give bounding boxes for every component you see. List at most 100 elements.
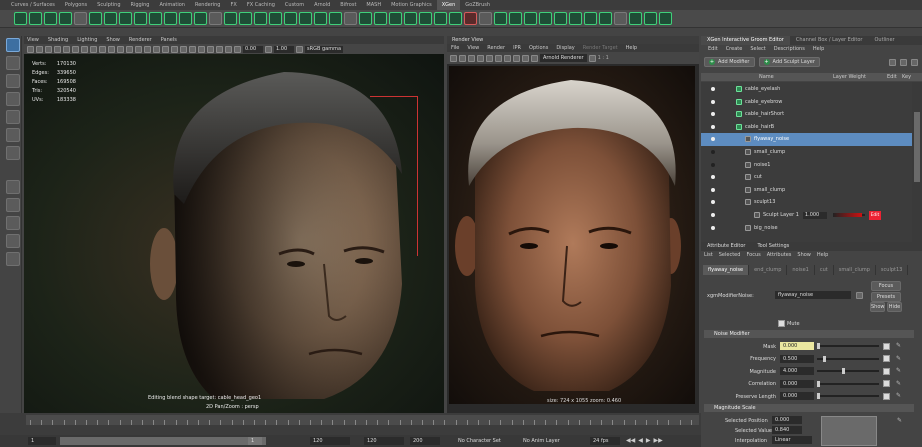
xgen-menu-item[interactable]: Descriptions [774, 45, 805, 54]
film-gate-icon[interactable] [72, 45, 79, 53]
shelf-tool-icon[interactable] [419, 12, 432, 25]
slider-knob[interactable] [817, 343, 820, 349]
render-menu-item[interactable]: View [467, 44, 479, 52]
remove-image-icon[interactable] [522, 54, 529, 62]
field-slider[interactable] [817, 357, 879, 360]
layout-four-icon[interactable] [5, 198, 20, 212]
modifier-row[interactable]: sculpt13 [701, 196, 912, 208]
render-menu-item[interactable]: Render [487, 44, 505, 52]
expression-edit-icon[interactable]: ✎ [896, 380, 903, 387]
ramp-graph[interactable] [821, 416, 877, 446]
shelf-tool-icon[interactable] [239, 12, 252, 25]
snapshot-icon[interactable] [486, 54, 493, 62]
exposure-field[interactable]: 0.00 [243, 45, 263, 53]
edit-pencil-icon[interactable] [889, 58, 896, 66]
magnitude-scale-section[interactable]: Magnitude Scale [704, 404, 914, 412]
shelf-tab[interactable]: XGen [436, 0, 461, 10]
play-icon[interactable]: ▶ [646, 437, 651, 444]
modifier-row[interactable]: cable_hairB [701, 121, 912, 133]
shelf-tool-icon[interactable] [299, 12, 312, 25]
show-button[interactable]: Show [870, 302, 885, 312]
shelf-tab[interactable]: Custom [280, 0, 309, 10]
character-set-select[interactable]: No Character Set [455, 437, 515, 445]
shelf-tool-icon[interactable] [509, 12, 522, 25]
shelf-tool-icon[interactable] [104, 12, 117, 25]
modifier-row[interactable]: cable_hairShort [701, 108, 912, 120]
shelf-tool-icon[interactable] [209, 12, 222, 25]
visibility-toggle-icon[interactable] [711, 200, 715, 205]
render-menu-item[interactable]: File [451, 44, 459, 52]
shelf-tool-icon[interactable] [569, 12, 582, 25]
viewport-panel[interactable]: View Shading Lighting Show Renderer Panels [24, 36, 444, 413]
redo-render-icon[interactable] [450, 54, 457, 62]
step-back-icon[interactable]: ◀ [638, 437, 643, 444]
shelf-tool-icon[interactable] [314, 12, 327, 25]
expression-edit-icon[interactable]: ✎ [896, 342, 903, 349]
textured-icon[interactable] [144, 45, 151, 53]
map-button-icon[interactable] [883, 380, 890, 387]
mute-checkbox[interactable] [778, 320, 785, 327]
shadows-icon[interactable] [162, 45, 169, 53]
shelf-tab[interactable]: Sculpting [92, 0, 125, 10]
interpolation-select[interactable]: Linear [772, 436, 812, 444]
shelf-tool-icon[interactable] [389, 12, 402, 25]
shelf-tab[interactable]: MASH [361, 0, 386, 10]
shelf-tool-icon[interactable] [659, 12, 672, 25]
range-start-field[interactable]: 1 [248, 437, 262, 445]
node-select-icon[interactable] [856, 292, 863, 299]
go-end-icon[interactable]: ▶▶ [653, 437, 662, 444]
shelf-tool-icon[interactable] [89, 12, 102, 25]
shelf-tool-icon[interactable] [644, 12, 657, 25]
xray-components-icon[interactable] [225, 45, 232, 53]
ramp-edit-icon[interactable]: ✎ [897, 417, 904, 424]
render-menu-item[interactable]: Options [529, 44, 548, 52]
shelf-tool-icon[interactable] [494, 12, 507, 25]
image-plane-icon[interactable] [54, 45, 61, 53]
map-button-icon[interactable] [883, 355, 890, 362]
modifier-row[interactable]: small_clump [701, 184, 912, 196]
shelf-tool-icon[interactable] [554, 12, 567, 25]
render-menu-item[interactable]: Render Target [583, 44, 618, 52]
modifier-row[interactable]: Sculpt Layer 1 1.000 Edit [701, 209, 912, 221]
render-menu-item[interactable]: Help [626, 44, 637, 52]
safe-action-icon[interactable] [108, 45, 115, 53]
shelf-tab[interactable]: Rigging [126, 0, 155, 10]
range-end-field[interactable]: 120 [310, 437, 350, 445]
attribute-menu-item[interactable]: List [704, 251, 713, 260]
node-tab[interactable]: end_clump [749, 265, 788, 275]
attribute-editor-tab[interactable]: Tool Settings [751, 242, 795, 251]
modifier-row[interactable]: flyaway_noise [701, 133, 912, 146]
shelf-tool-icon[interactable] [14, 12, 27, 25]
antialias-icon[interactable] [189, 45, 196, 53]
shelf-tool-icon[interactable] [29, 12, 42, 25]
wire-on-shaded-icon[interactable] [135, 45, 142, 53]
render-menu-item[interactable]: IPR [513, 44, 521, 52]
shelf-tool-icon[interactable] [119, 12, 132, 25]
node-tab[interactable]: small_clump [834, 265, 876, 275]
viewport-menu-item[interactable]: View [27, 36, 39, 44]
select-tool-icon[interactable] [5, 38, 20, 52]
shelf-tab[interactable]: GoZBrush [460, 0, 495, 10]
last-tool-icon[interactable] [5, 146, 20, 160]
map-button-icon[interactable] [883, 392, 890, 400]
grid-icon[interactable] [63, 45, 70, 53]
xray-joints-icon[interactable] [216, 45, 223, 53]
range-bar[interactable] [60, 437, 266, 445]
slider-knob[interactable] [817, 393, 820, 399]
wireframe-icon[interactable] [117, 45, 124, 53]
visibility-toggle-icon[interactable] [711, 124, 715, 129]
paint-select-icon[interactable] [5, 74, 20, 88]
rotate-tool-icon[interactable] [5, 110, 20, 124]
field-value[interactable]: 0.000 [780, 342, 814, 350]
xgen-menu-item[interactable]: Edit [708, 45, 718, 54]
render-region-icon[interactable] [477, 54, 484, 62]
move-tool-icon[interactable] [5, 92, 20, 106]
hide-button[interactable]: Hide [887, 302, 902, 312]
shelf-tool-icon[interactable] [224, 12, 237, 25]
shelf-tool-icon[interactable] [344, 12, 357, 25]
visibility-toggle-icon[interactable] [711, 225, 715, 230]
editor-tab[interactable]: Outliner [868, 36, 900, 45]
xgen-menu-item[interactable]: Help [813, 45, 824, 54]
field-value[interactable]: 0.000 [780, 379, 814, 388]
shelf-tool-icon[interactable] [449, 12, 462, 25]
